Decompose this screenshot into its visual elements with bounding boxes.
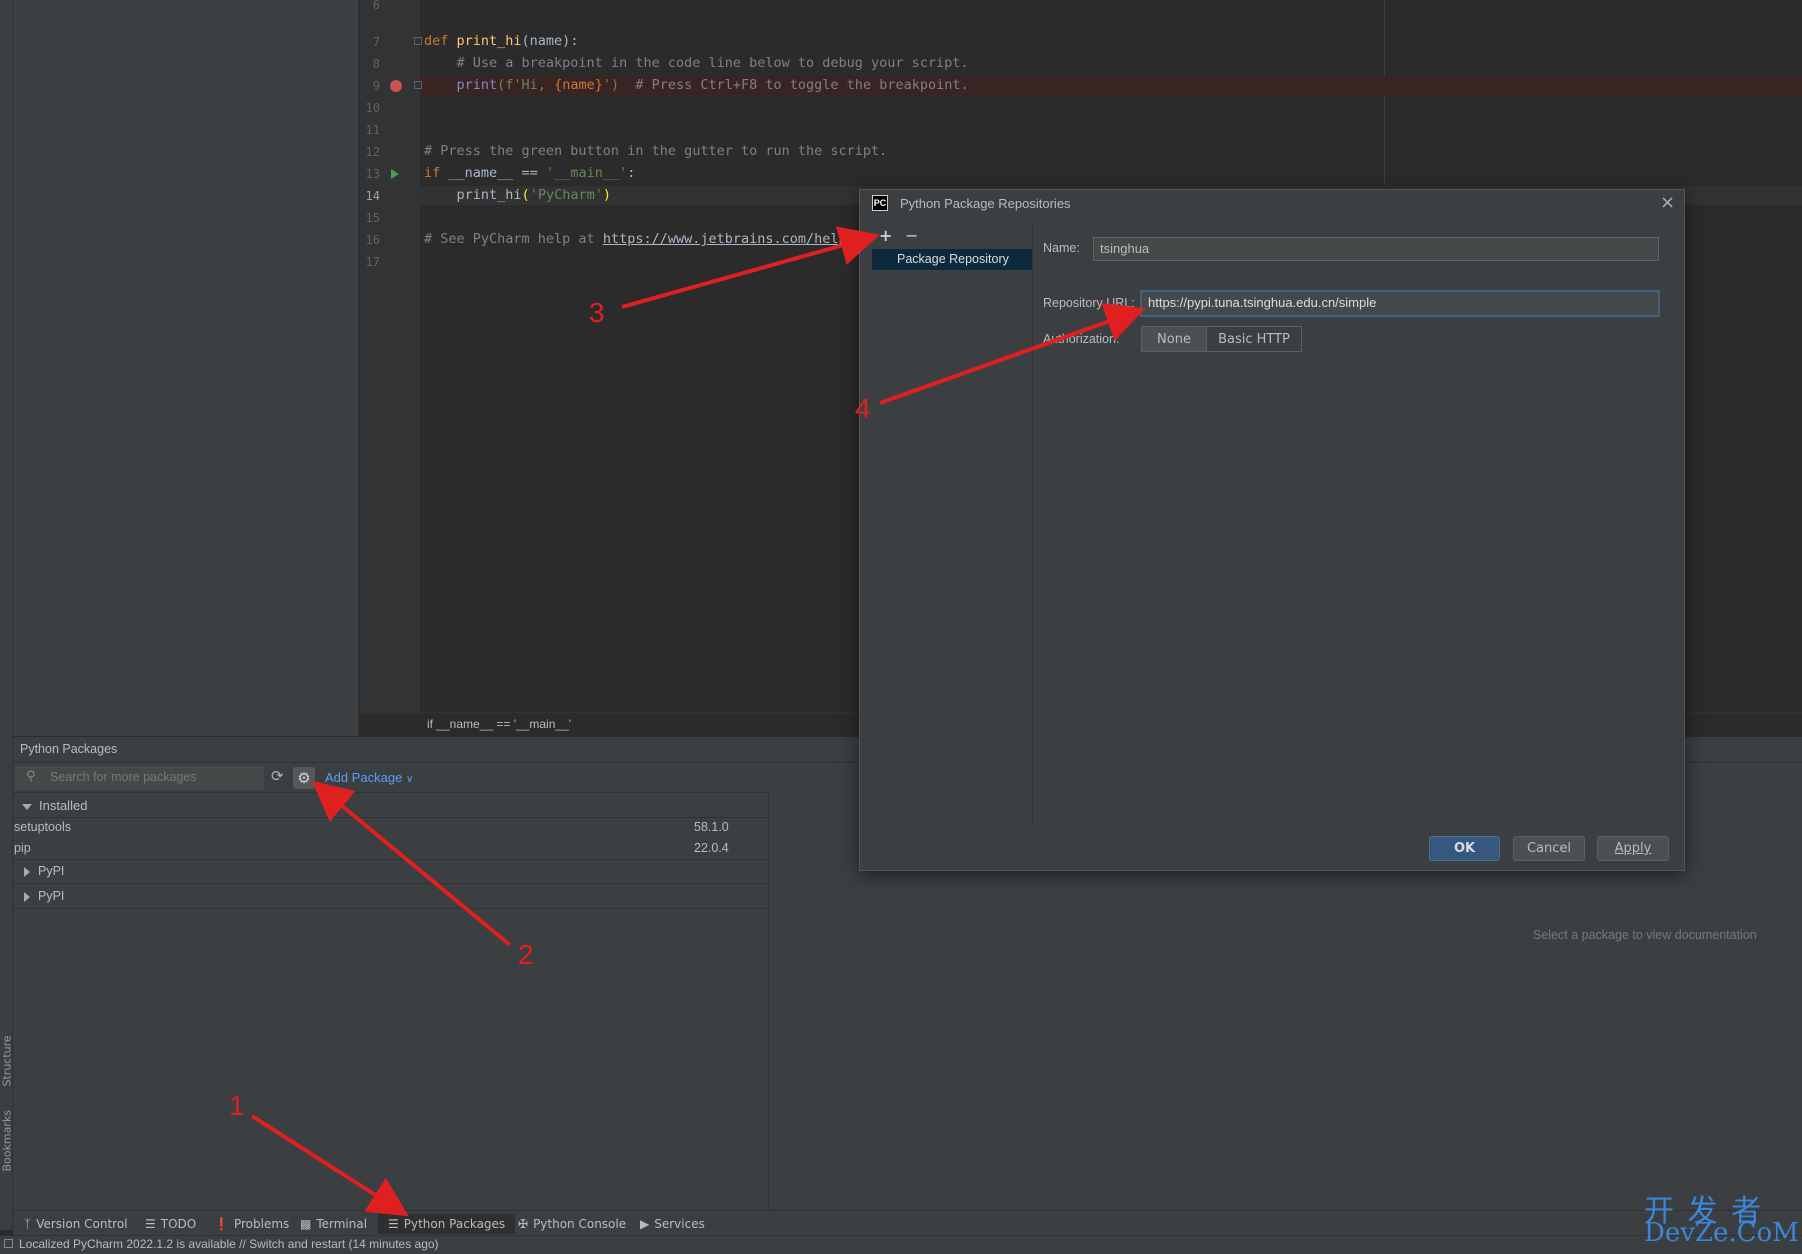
arrow-2 — [311, 780, 512, 947]
arrow-3 — [621, 226, 880, 309]
arrow-1 — [250, 1114, 409, 1217]
annotation-label-4: 4 — [855, 393, 871, 424]
arrow-4 — [879, 302, 1146, 405]
annotation-arrows — [250, 226, 1146, 1217]
watermark-bottom: DevZe.CoM — [1644, 1218, 1799, 1248]
annotation-label-2: 2 — [518, 939, 534, 970]
annotation-label-1: 1 — [229, 1090, 245, 1121]
annotation-label-3: 3 — [589, 297, 605, 328]
